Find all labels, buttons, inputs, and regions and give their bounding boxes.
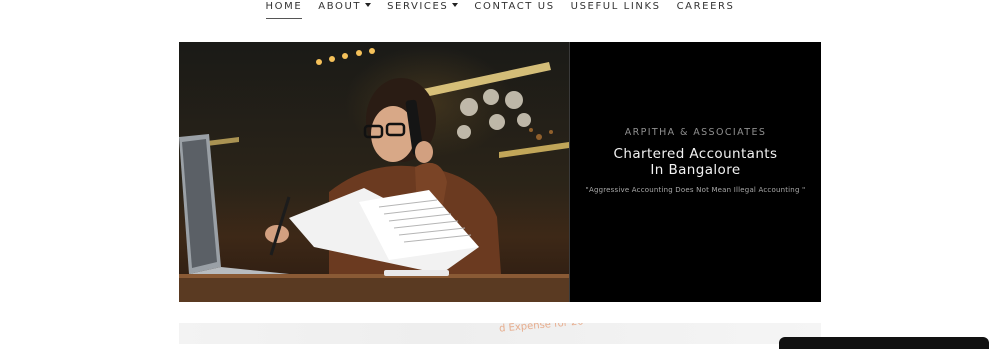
firm-name: ARPITHA & ASSOCIATES bbox=[624, 127, 767, 138]
next-section-image: d Expense for 20 bbox=[179, 323, 821, 344]
headline-line-1: Chartered Accountants bbox=[613, 146, 778, 162]
caret-down-icon bbox=[365, 3, 372, 7]
hero-photo bbox=[179, 42, 569, 302]
nav-item-label: HOME bbox=[265, 1, 303, 12]
hero-text-panel: ARPITHA & ASSOCIATES Chartered Accountan… bbox=[570, 42, 821, 302]
hero-banner: ARPITHA & ASSOCIATES Chartered Accountan… bbox=[179, 42, 821, 302]
nav-item-services[interactable]: SERVICES bbox=[387, 0, 459, 18]
chat-widget-bar[interactable] bbox=[779, 337, 989, 349]
nav-item-home[interactable]: HOME bbox=[265, 0, 303, 19]
nav-item-careers[interactable]: CAREERS bbox=[677, 0, 735, 18]
hero-tagline: "Aggressive Accounting Does Not Mean Ill… bbox=[585, 186, 806, 194]
main-nav: HOME ABOUT SERVICES CONTACT US USEFUL LI… bbox=[0, 0, 1000, 22]
hero-headline: Chartered Accountants In Bangalore bbox=[614, 146, 778, 178]
hero-photo-illustration bbox=[179, 48, 569, 302]
headline-line-2: In Bangalore bbox=[650, 162, 741, 178]
nav-item-label: USEFUL LINKS bbox=[570, 1, 661, 12]
nav-item-label: SERVICES bbox=[387, 1, 449, 12]
nav-item-label: ABOUT bbox=[318, 1, 362, 12]
nav-item-label: CONTACT US bbox=[474, 1, 555, 12]
nav-item-contact-us[interactable]: CONTACT US bbox=[474, 0, 554, 18]
caret-down-icon bbox=[452, 3, 459, 7]
nav-item-about[interactable]: ABOUT bbox=[318, 0, 372, 18]
nav-item-useful-links[interactable]: USEFUL LINKS bbox=[571, 0, 661, 18]
strip-partial-text: d Expense for 20 bbox=[498, 323, 585, 335]
nav-item-label: CAREERS bbox=[676, 1, 735, 12]
